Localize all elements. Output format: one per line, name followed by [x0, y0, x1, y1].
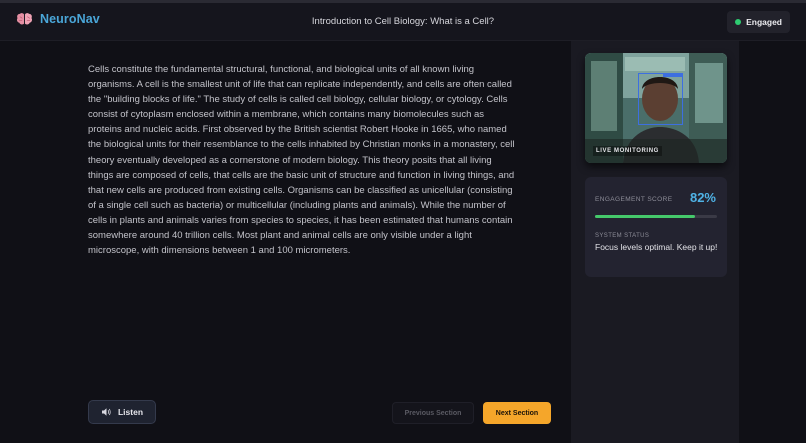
live-monitoring-label: LIVE MONITORING [593, 146, 662, 156]
lesson-content: Cells constitute the fundamental structu… [0, 41, 571, 443]
top-bar: NeuroNav Introduction to Cell Biology: W… [0, 0, 806, 41]
system-status-label: SYSTEM STATUS [595, 233, 650, 239]
monitoring-sidebar: LIVE MONITORING ENGAGEMENT SCORE 82% SYS… [571, 41, 739, 443]
face-detection-tag [663, 73, 683, 77]
engagement-progress-fill [595, 215, 696, 218]
lesson-title: Introduction to Cell Biology: What is a … [311, 16, 495, 27]
webcam-feed: LIVE MONITORING [585, 53, 727, 163]
listen-label: Listen [117, 407, 144, 417]
next-section-button[interactable]: Next Section [483, 402, 551, 424]
speaker-icon [101, 408, 111, 416]
page-margin [739, 41, 806, 443]
face-detection-box [638, 73, 683, 125]
engagement-score-value: 82% [689, 190, 716, 205]
system-status-message: Focus levels optimal. Keep it up! [595, 242, 718, 252]
engagement-score-card: ENGAGEMENT SCORE 82% SYSTEM STATUS Focus… [585, 177, 727, 277]
listen-button[interactable]: Listen [88, 400, 156, 424]
engagement-score-label: ENGAGEMENT SCORE [595, 196, 673, 203]
engagement-status-badge: Engaged [727, 11, 790, 33]
previous-section-button[interactable]: Previous Section [392, 402, 474, 424]
status-text: Engaged [746, 17, 782, 27]
status-dot-icon [735, 19, 742, 25]
engagement-progress-track [595, 215, 717, 218]
article-text: Cells constitute the fundamental structu… [88, 64, 515, 257]
